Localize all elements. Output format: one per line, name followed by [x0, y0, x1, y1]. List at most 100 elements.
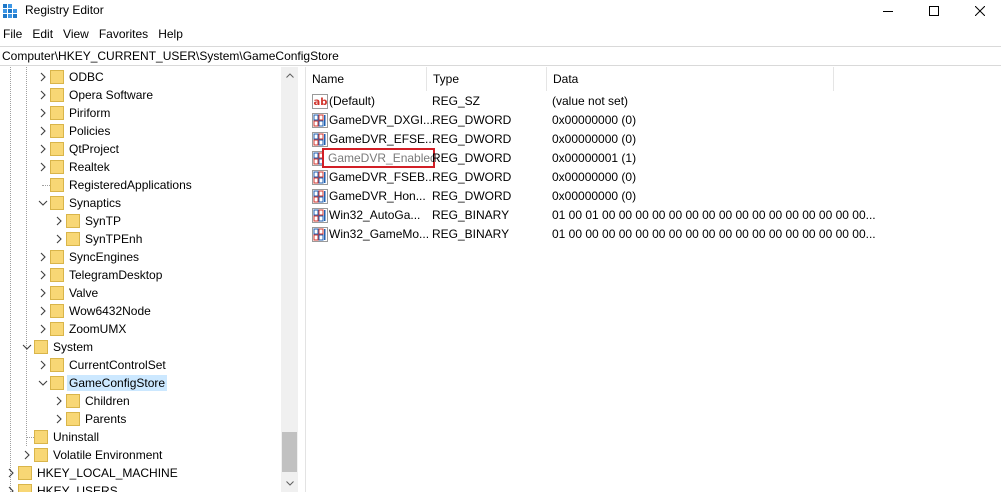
folder-icon	[50, 250, 64, 264]
menu-view[interactable]: View	[59, 25, 95, 44]
tree-item[interactable]: Piriform	[0, 104, 280, 122]
menu-edit[interactable]: Edit	[28, 25, 59, 44]
tree-item-label: Opera Software	[69, 88, 154, 102]
rename-edit-box[interactable]: GameDVR_Enabled	[322, 148, 437, 168]
value-data: 0x00000001 (1)	[552, 151, 637, 165]
tree-item[interactable]: HKEY_USERS	[0, 482, 280, 492]
tree-item-label: ZoomUMX	[69, 322, 127, 336]
chevron-down-icon[interactable]	[37, 377, 49, 389]
tree-item[interactable]: Parents	[0, 410, 280, 428]
tree-item-label: Children	[85, 394, 130, 408]
tree-item[interactable]: Realtek	[0, 158, 280, 176]
tree-scrollbar[interactable]	[281, 67, 298, 492]
chevron-right-icon[interactable]	[37, 323, 49, 335]
svg-text:ab: ab	[314, 97, 328, 108]
chevron-right-icon[interactable]	[37, 143, 49, 155]
value-row[interactable]: GameDVR_Hon... REG_DWORD 0x00000000 (0)	[306, 187, 1001, 206]
scroll-down-button[interactable]	[281, 475, 298, 492]
chevron-right-icon[interactable]	[37, 71, 49, 83]
column-header-type[interactable]: Type	[427, 67, 546, 91]
column-header-name[interactable]: Name	[306, 67, 426, 91]
scroll-up-button[interactable]	[281, 67, 298, 84]
tree-item-label: RegisteredApplications	[69, 178, 192, 192]
value-type: REG_BINARY	[432, 227, 510, 241]
value-row[interactable]: GameDVR_FSEB... REG_DWORD 0x00000000 (0)	[306, 168, 1001, 187]
value-type: REG_DWORD	[432, 151, 512, 165]
tree-item[interactable]: HKEY_LOCAL_MACHINE	[0, 464, 280, 482]
minimize-icon	[883, 11, 893, 12]
chevron-right-icon[interactable]	[37, 287, 49, 299]
chevron-right-icon[interactable]	[37, 251, 49, 263]
menu-bar: File Edit View Favorites Help	[0, 25, 189, 44]
folder-icon	[50, 88, 64, 102]
tree-item[interactable]: RegisteredApplications	[0, 176, 280, 194]
tree-item[interactable]: QtProject	[0, 140, 280, 158]
tree-item[interactable]: SynTP	[0, 212, 280, 230]
key-tree[interactable]: ODBC Opera Software Piriform Policies QtProj…	[0, 67, 298, 492]
chevron-right-icon[interactable]	[37, 107, 49, 119]
close-button[interactable]	[957, 0, 1001, 22]
chevron-right-icon[interactable]	[37, 269, 49, 281]
chevron-right-icon[interactable]	[37, 161, 49, 173]
maximize-button[interactable]	[911, 0, 957, 22]
tree-item[interactable]: SyncEngines	[0, 248, 280, 266]
binary-value-icon	[312, 208, 328, 223]
address-path[interactable]: Computer\HKEY_CURRENT_USER\System\GameCo…	[2, 49, 339, 63]
menu-favorites[interactable]: Favorites	[95, 25, 154, 44]
chevron-right-icon[interactable]	[5, 485, 17, 492]
tree-item-label: TelegramDesktop	[69, 268, 163, 282]
tree-guide-line	[26, 437, 34, 438]
value-row[interactable]: Win32_AutoGa... REG_BINARY 01 00 01 00 00 …	[306, 206, 1001, 225]
value-row[interactable]: GameDVR_DXGI... REG_DWORD 0x00000000 (0)	[306, 111, 1001, 130]
value-name[interactable]: GameDVR_Enabled	[328, 151, 437, 165]
chevron-right-icon[interactable]	[37, 305, 49, 317]
chevron-right-icon[interactable]	[37, 125, 49, 137]
folder-icon	[50, 196, 64, 210]
tree-item[interactable]: Opera Software	[0, 86, 280, 104]
pane-splitter[interactable]	[298, 67, 306, 492]
binary-value-icon	[312, 132, 328, 147]
chevron-right-icon[interactable]	[37, 89, 49, 101]
minimize-button[interactable]	[865, 0, 911, 22]
chevron-right-icon[interactable]	[53, 233, 65, 245]
tree-item[interactable]: ZoomUMX	[0, 320, 280, 338]
menu-file[interactable]: File	[0, 25, 28, 44]
value-name: GameDVR_DXGI...	[329, 113, 434, 127]
tree-item-label: Volatile Environment	[53, 448, 163, 462]
value-row[interactable]: ab (Default) REG_SZ (value not set)	[306, 92, 1001, 111]
scroll-thumb[interactable]	[282, 432, 297, 472]
folder-icon	[66, 214, 80, 228]
tree-item[interactable]: System	[0, 338, 280, 356]
chevron-right-icon[interactable]	[21, 449, 33, 461]
chevron-right-icon[interactable]	[5, 467, 17, 479]
tree-item[interactable]: Volatile Environment	[0, 446, 280, 464]
tree-item[interactable]: Wow6432Node	[0, 302, 280, 320]
chevron-right-icon[interactable]	[37, 359, 49, 371]
value-row[interactable]: GameDVR_Enabled REG_DWORD 0x00000001 (1)	[306, 148, 1001, 168]
tree-item[interactable]: Synaptics	[0, 194, 280, 212]
chevron-right-icon[interactable]	[53, 413, 65, 425]
tree-item[interactable]: Uninstall	[0, 428, 280, 446]
menu-help[interactable]: Help	[154, 25, 189, 44]
tree-item[interactable]: TelegramDesktop	[0, 266, 280, 284]
tree-item[interactable]: GameConfigStore	[0, 374, 280, 392]
value-data: 0x00000000 (0)	[552, 132, 637, 146]
value-row[interactable]: GameDVR_EFSE... REG_DWORD 0x00000000 (0)	[306, 130, 1001, 149]
chevron-right-icon[interactable]	[53, 215, 65, 227]
tree-item[interactable]: ODBC	[0, 68, 280, 86]
values-list[interactable]: Name Type Data ab (Default) REG_SZ (value n…	[306, 67, 1001, 492]
chevron-down-icon[interactable]	[37, 197, 49, 209]
address-bar[interactable]: Computer\HKEY_CURRENT_USER\System\GameCo…	[0, 46, 1001, 66]
tree-item[interactable]: Children	[0, 392, 280, 410]
column-separator[interactable]	[833, 67, 834, 91]
tree-item[interactable]: Policies	[0, 122, 280, 140]
tree-item[interactable]: Valve	[0, 284, 280, 302]
tree-item[interactable]: CurrentControlSet	[0, 356, 280, 374]
column-header-data[interactable]: Data	[547, 67, 833, 91]
chevron-right-icon[interactable]	[53, 395, 65, 407]
value-name: GameDVR_FSEB...	[329, 170, 436, 184]
value-row[interactable]: Win32_GameMo... REG_BINARY 01 00 00 00 00 …	[306, 225, 1001, 244]
tree-item[interactable]: SynTPEnh	[0, 230, 280, 248]
binary-value-icon	[312, 227, 328, 242]
chevron-down-icon[interactable]	[21, 341, 33, 353]
